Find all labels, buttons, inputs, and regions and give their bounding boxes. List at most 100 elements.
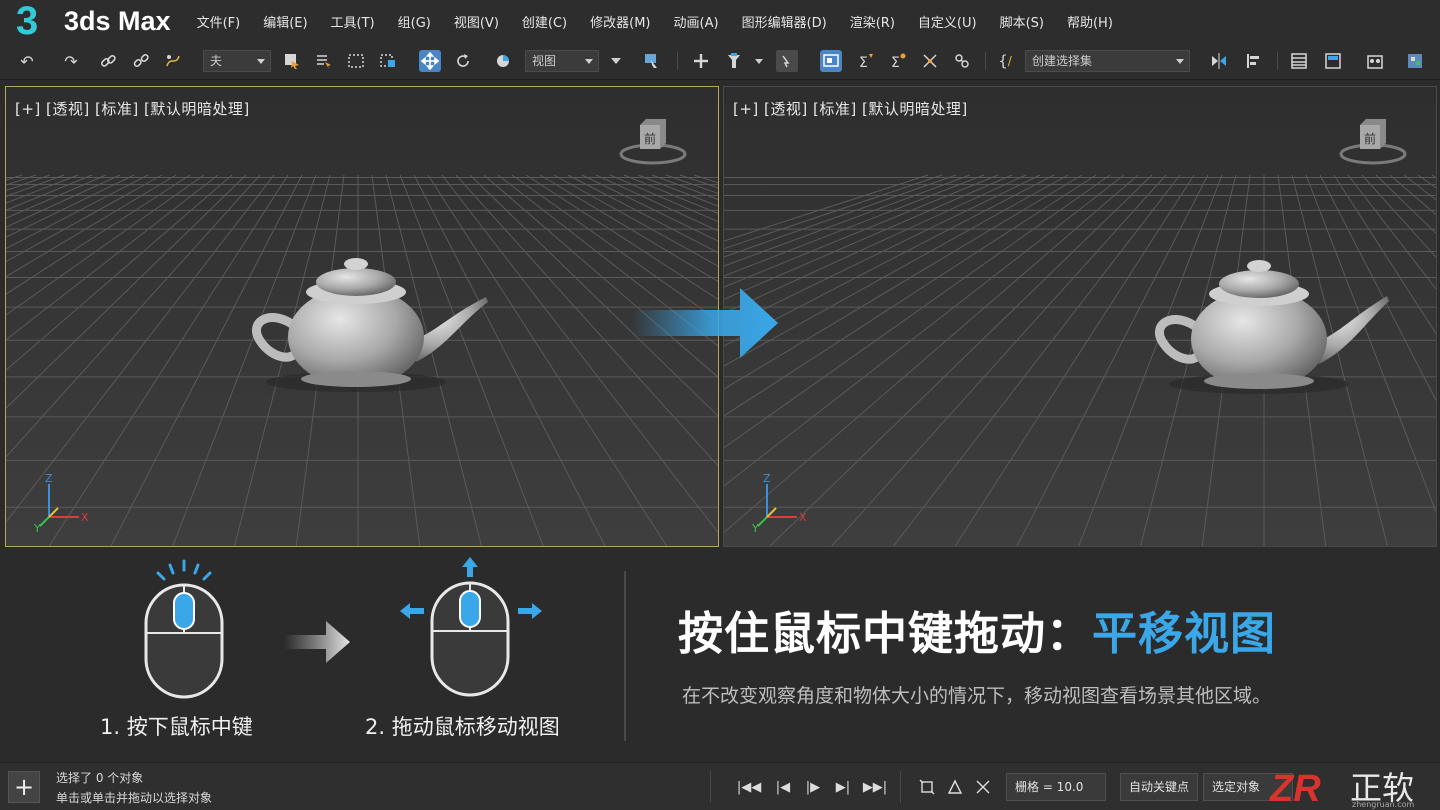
prompt-hint: 单击或单击并拖动以选择对象 xyxy=(56,791,213,805)
unlink-icon[interactable] xyxy=(130,50,152,72)
rectangular-selection-icon[interactable] xyxy=(345,50,367,72)
previous-frame-icon[interactable]: |◀ xyxy=(770,775,796,799)
menu-group[interactable]: 组(G) xyxy=(398,12,431,31)
move-tool-icon[interactable] xyxy=(419,50,441,72)
selection-lock-icon[interactable] xyxy=(942,775,968,799)
link-icon[interactable] xyxy=(97,50,119,72)
axis-y-label: Y xyxy=(34,522,41,532)
maxscript-listener-button[interactable]: + xyxy=(8,771,40,803)
app-name: 3ds Max xyxy=(64,5,171,36)
chevron-down-icon xyxy=(257,59,265,64)
material-editor-icon[interactable] xyxy=(1364,50,1386,72)
axis-x-label: X xyxy=(81,511,89,524)
svg-text:Σ: Σ xyxy=(859,55,868,70)
perspective-viewport-before[interactable]: [+] [透视] [标准] [默认明暗处理] 前 Z X Y xyxy=(5,86,719,547)
axis-z-label: Z xyxy=(45,472,53,485)
select-by-name-icon[interactable] xyxy=(313,50,335,72)
viewcube-face-label: 前 xyxy=(1364,131,1376,146)
menu-animation[interactable]: 动画(A) xyxy=(674,12,719,31)
reference-coordinate-dropdown[interactable]: 视图 xyxy=(525,50,599,72)
viewcube-face-label: 前 xyxy=(644,131,656,146)
svg-text:Σ: Σ xyxy=(891,55,900,70)
axis-x-label: X xyxy=(799,511,807,524)
window-crossing-icon[interactable] xyxy=(377,50,399,72)
viewcube-widget[interactable]: 前 xyxy=(1338,113,1408,173)
viewport-label[interactable]: [+] [透视] [标准] [默认明暗处理] xyxy=(733,98,968,119)
play-icon[interactable]: |▶ xyxy=(800,775,826,799)
auto-key-button[interactable]: 自动关键点 xyxy=(1120,773,1198,801)
viewcube-widget[interactable]: 前 xyxy=(618,113,688,173)
angle-snap-icon[interactable] xyxy=(776,50,798,72)
edit-named-selection-icon[interactable]: {/ xyxy=(994,50,1016,72)
named-selection-icon[interactable] xyxy=(820,50,842,72)
pan-direction-arrow-icon xyxy=(632,288,778,358)
align-objects-icon[interactable] xyxy=(1243,50,1265,72)
menu-customize[interactable]: 自定义(U) xyxy=(918,12,977,31)
watermark-mark: ZR xyxy=(1269,768,1321,810)
watermark-site: zhengruan.com xyxy=(1352,800,1415,809)
menu-scripting[interactable]: 脚本(S) xyxy=(1000,12,1044,31)
step-1-label: 1. 按下鼠标中键 xyxy=(100,715,253,739)
menu-modifiers[interactable]: 修改器(M) xyxy=(590,12,650,31)
axis-tripod: Z X Y xyxy=(752,472,807,532)
redo-icon[interactable]: ↷ xyxy=(60,50,82,72)
menu-file[interactable]: 文件(F) xyxy=(197,12,241,31)
viewport-label[interactable]: [+] [透视] [标准] [默认明暗处理] xyxy=(15,98,250,119)
undo-icon[interactable]: ↶ xyxy=(16,50,38,72)
step-arrow-icon xyxy=(284,621,350,663)
absolute-mode-icon[interactable] xyxy=(970,775,996,799)
select-manipulate-icon[interactable] xyxy=(641,50,663,72)
create-selection-set-dropdown[interactable]: 创建选择集 xyxy=(1025,50,1190,72)
pivot-center-dropdown-icon[interactable] xyxy=(605,50,627,72)
viewport-grid xyxy=(724,87,1436,546)
menu-rendering[interactable]: 渲染(R) xyxy=(850,12,895,31)
spacing-tool-icon[interactable] xyxy=(919,50,941,72)
snap-toggle-icon[interactable] xyxy=(723,50,745,72)
chevron-down-icon xyxy=(1176,59,1184,64)
app-logo: 3 xyxy=(16,0,39,43)
schematic-view-icon[interactable] xyxy=(951,50,973,72)
toolbar-separator xyxy=(1277,52,1278,70)
menu-help[interactable]: 帮助(H) xyxy=(1067,12,1113,31)
reference-coordinate-value: 视图 xyxy=(532,54,557,68)
align-icon[interactable]: Σ xyxy=(887,50,909,72)
headline-main: 按住鼠标中键拖动： xyxy=(678,607,1093,660)
menu-views[interactable]: 视图(V) xyxy=(454,12,499,31)
status-bar: + 选择了 0 个对象 单击或单击并拖动以选择对象 |◀◀ |◀ |▶ ▶| ▶… xyxy=(0,762,1440,810)
grid-spacing-field: 栅格 = 10.0 xyxy=(1006,773,1106,801)
scale-tool-icon[interactable] xyxy=(492,50,514,72)
snap-dropdown-icon[interactable] xyxy=(752,50,766,72)
menu-edit[interactable]: 编辑(E) xyxy=(263,12,307,31)
add-icon[interactable] xyxy=(690,50,712,72)
go-to-start-icon[interactable]: |◀◀ xyxy=(736,775,762,799)
axis-y-label: Y xyxy=(752,522,759,532)
layer-explorer-icon[interactable] xyxy=(1288,50,1310,72)
mouse-middle-press-icon xyxy=(144,559,224,699)
mirror-icon[interactable]: Σ xyxy=(855,50,877,72)
headline-accent: 平移视图 xyxy=(1092,607,1277,660)
axis-z-label: Z xyxy=(763,472,771,485)
menu-graph-editors[interactable]: 图形编辑器(D) xyxy=(742,12,827,31)
selection-filter-value: 夫 xyxy=(210,54,223,68)
mirror-objects-icon[interactable] xyxy=(1208,50,1230,72)
step-2-label: 2. 拖动鼠标移动视图 xyxy=(365,715,560,739)
select-object-icon[interactable] xyxy=(281,50,303,72)
create-selection-set-value: 创建选择集 xyxy=(1032,54,1093,68)
tutorial-panel: 1. 按下鼠标中键 2. 拖动鼠标移动视图 按住鼠标中键拖动：平移视图 在不改变… xyxy=(0,553,1440,760)
menu-tools[interactable]: 工具(T) xyxy=(331,12,375,31)
selection-filter-dropdown[interactable]: 夫 xyxy=(203,50,271,72)
menu-create[interactable]: 创建(C) xyxy=(522,12,567,31)
selection-status: 选择了 0 个对象 xyxy=(56,771,144,785)
perspective-viewport-after[interactable]: [+] [透视] [标准] [默认明暗处理] 前 Z X Y xyxy=(723,86,1437,547)
render-setup-icon[interactable] xyxy=(1404,50,1426,72)
ribbon-toggle-icon[interactable] xyxy=(1322,50,1344,72)
menu-bar: 3 3ds Max 文件(F) 编辑(E) 工具(T) 组(G) 视图(V) 创… xyxy=(0,0,1440,42)
toolbar-separator xyxy=(985,52,986,70)
rotate-tool-icon[interactable] xyxy=(452,50,474,72)
chevron-down-icon xyxy=(585,59,593,64)
go-to-end-icon[interactable]: ▶▶| xyxy=(862,775,888,799)
isolate-selection-icon[interactable] xyxy=(914,775,940,799)
bind-space-warp-icon[interactable] xyxy=(162,50,184,72)
next-frame-icon[interactable]: ▶| xyxy=(830,775,856,799)
tutorial-divider xyxy=(624,571,626,741)
